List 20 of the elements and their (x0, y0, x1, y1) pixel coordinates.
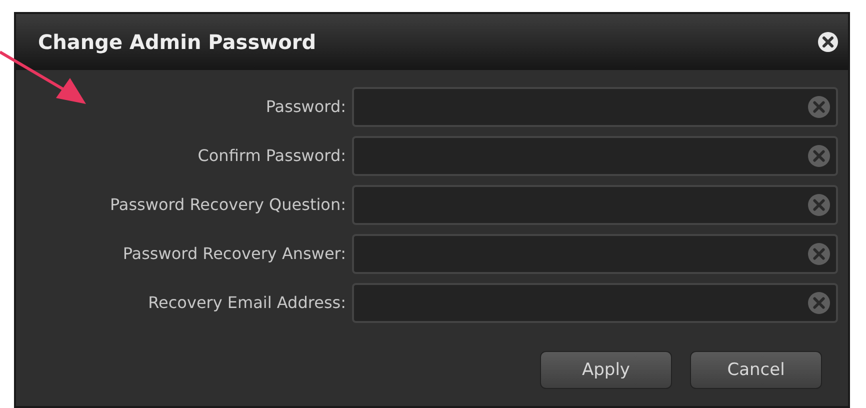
input-field[interactable] (352, 184, 838, 224)
field-label: Password Recovery Answer: (122, 244, 347, 263)
close-button[interactable] (818, 32, 838, 52)
clear-icon[interactable] (808, 292, 830, 314)
clear-icon[interactable] (808, 96, 830, 118)
clear-icon[interactable] (808, 242, 830, 264)
clear-icon[interactable] (808, 194, 830, 216)
close-icon (818, 32, 838, 52)
clear-icon[interactable] (808, 144, 830, 166)
field-label: Confirm Password: (196, 146, 347, 165)
dialog-title: Change Admin Password (38, 30, 316, 54)
input-field[interactable] (352, 234, 838, 274)
input-field[interactable] (352, 136, 838, 176)
field-label: Password Recovery Question: (108, 195, 347, 214)
dialog-button[interactable]: Cancel (690, 351, 822, 389)
dialog-button[interactable]: Apply (540, 351, 672, 389)
input-field[interactable] (352, 86, 838, 126)
field-label: Recovery Email Address: (147, 293, 347, 312)
input-field[interactable] (352, 282, 838, 322)
field-label: Password: (264, 97, 347, 116)
